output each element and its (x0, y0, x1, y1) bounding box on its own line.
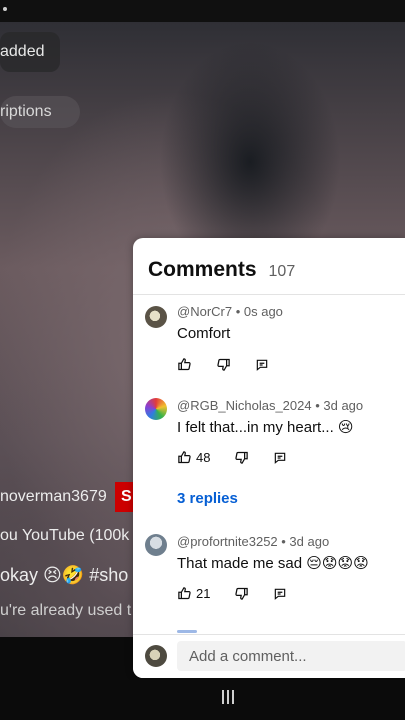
thumb-up-icon (178, 358, 191, 371)
comment-author-time[interactable]: @NorCr7 • 0s ago (177, 304, 283, 319)
like-count: 48 (196, 450, 211, 465)
status-dot (3, 7, 7, 11)
like-button[interactable]: 48 (177, 450, 210, 465)
thumb-down-icon (217, 358, 230, 371)
video-title-line-3: u're already used t (0, 602, 132, 619)
comment-actions: 48 (177, 450, 311, 465)
video-title-line-1: ou YouTube (100k (0, 527, 130, 544)
avatar[interactable] (145, 534, 167, 556)
comment-actions: 21 (177, 586, 311, 601)
comments-title: Comments (148, 258, 257, 281)
comment-text: I felt that...in my heart... 😢 (177, 419, 354, 436)
comments-panel: Comments 107 @NorCr7 • 0s ago Comfort @R… (133, 238, 405, 678)
comments-count: 107 (268, 263, 296, 280)
add-comment-bar: Add a comment... (133, 635, 405, 678)
thumb-up-icon (178, 451, 191, 464)
comment-text: That made me sad 😔😟😟😟 (177, 555, 369, 572)
reply-button[interactable] (273, 587, 287, 601)
dislike-button[interactable] (234, 450, 249, 465)
header-divider (133, 294, 405, 295)
reply-icon (275, 452, 286, 464)
view-replies-button[interactable]: 3 replies (177, 490, 238, 507)
video-title-line-2: okay 😣🤣 #sho (0, 565, 129, 585)
like-button[interactable]: 21 (177, 586, 210, 601)
comment-author-time[interactable]: @RGB_Nicholas_2024 • 3d ago (177, 398, 363, 413)
like-count: 21 (196, 586, 211, 601)
user-avatar (145, 645, 167, 667)
comment-author-time[interactable]: @profortnite3252 • 3d ago (177, 534, 329, 549)
nav-handle-icon[interactable] (222, 690, 234, 704)
reply-icon (256, 359, 268, 371)
status-strip (0, 0, 405, 22)
reply-button[interactable] (255, 358, 269, 372)
reply-button[interactable] (273, 451, 287, 465)
thumb-down-icon (235, 587, 249, 600)
like-button[interactable] (177, 357, 192, 372)
navigation-bar (0, 680, 405, 720)
subscriptions-chip-label: riptions (0, 103, 52, 120)
comments-header: Comments 107 (148, 258, 295, 282)
comment-text: Comfort (177, 325, 231, 342)
comment-actions (177, 357, 293, 372)
dislike-button[interactable] (216, 357, 231, 372)
subscribe-label: S (121, 488, 132, 505)
added-chip[interactable]: added (0, 32, 60, 72)
add-comment-input[interactable]: Add a comment... (177, 641, 405, 671)
channel-name[interactable]: noverman3679 (0, 488, 107, 506)
avatar[interactable] (145, 306, 167, 328)
added-chip-label: added (0, 43, 45, 60)
avatar[interactable] (145, 398, 167, 420)
thumb-up-icon (178, 587, 191, 600)
subscriptions-chip[interactable]: riptions (0, 96, 80, 128)
partially-hidden-link (177, 630, 197, 633)
reply-icon (275, 588, 286, 600)
thumb-down-icon (235, 451, 249, 464)
dislike-button[interactable] (234, 586, 249, 601)
